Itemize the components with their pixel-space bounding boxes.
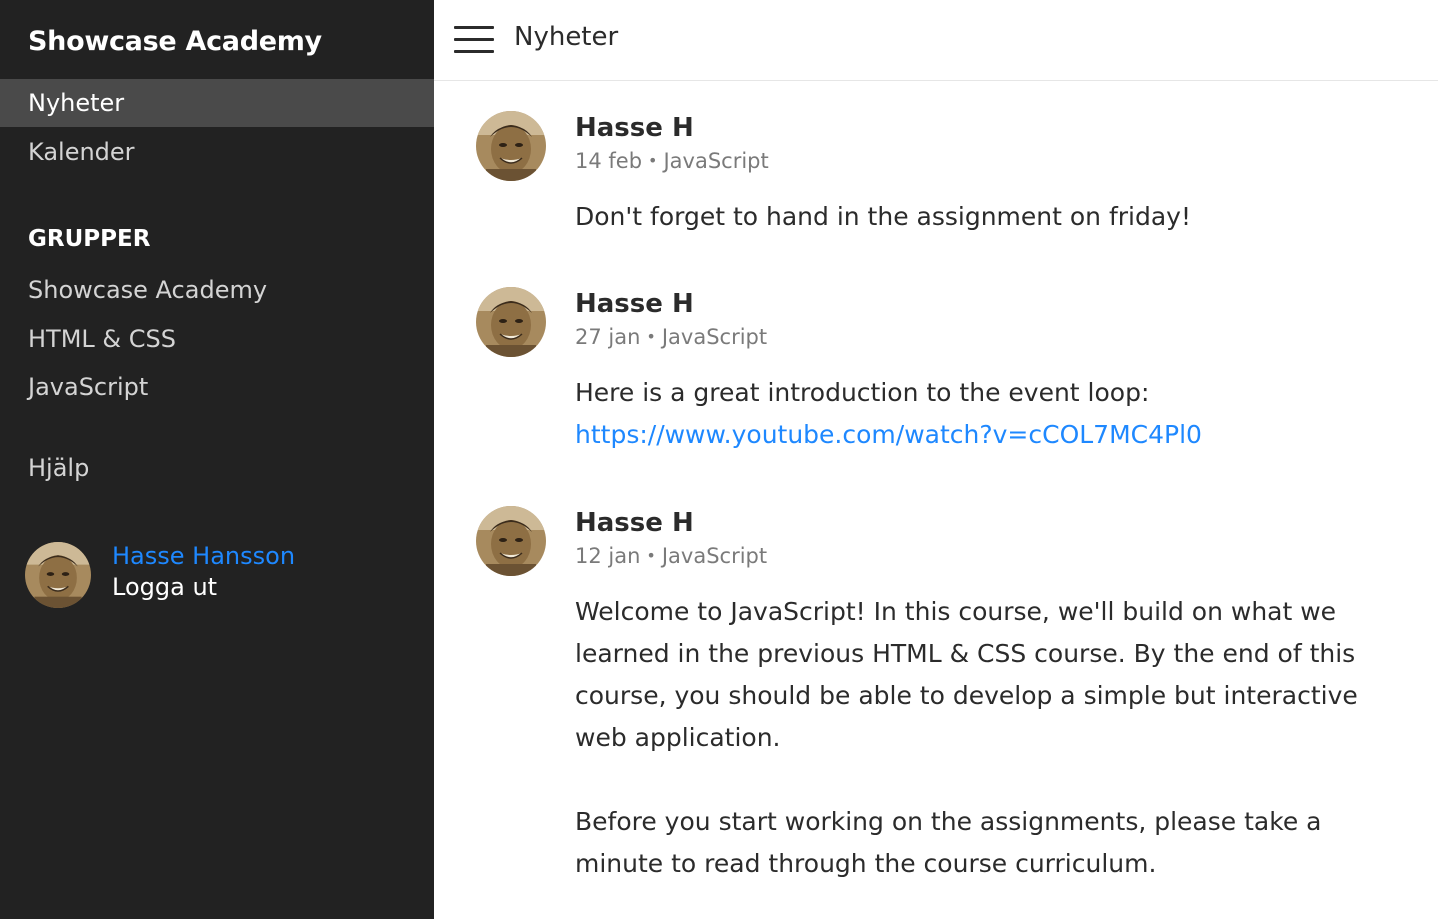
post-meta: 14 feb • JavaScript [575, 149, 769, 173]
page-title: Nyheter [514, 22, 619, 52]
post-text: Here is a great introduction to the even… [575, 378, 1150, 407]
post-link[interactable]: https://www.youtube.com/watch?v=cCOL7MC4… [575, 420, 1202, 449]
post-paragraph: Don't forget to hand in the assignment o… [575, 202, 1192, 231]
groups-heading: GRUPPER [28, 226, 151, 252]
sidebar-item-showcase-academy[interactable]: Showcase Academy [0, 266, 434, 314]
user-name-link[interactable]: Hasse Hansson [112, 542, 295, 570]
author-avatar[interactable] [476, 287, 546, 357]
sidebar-item-nyheter[interactable]: Nyheter [0, 79, 434, 127]
post-author[interactable]: Hasse H [575, 113, 694, 143]
separator-dot: • [646, 546, 656, 565]
post-date: 27 jan [575, 325, 641, 349]
post-author[interactable]: Hasse H [575, 508, 694, 538]
brand-title[interactable]: Showcase Academy [28, 26, 322, 57]
post-paragraph: Welcome to JavaScript! In this course, w… [575, 597, 1358, 752]
author-avatar[interactable] [476, 506, 546, 576]
sidebar: Showcase Academy Nyheter Kalender GRUPPE… [0, 0, 434, 919]
post-content: Here is a great introduction to the even… [575, 372, 1365, 456]
post-date: 12 jan [575, 544, 641, 568]
post-paragraph: Before you start working on the assignme… [575, 807, 1322, 878]
sidebar-item-help[interactable]: Hjälp [0, 444, 434, 492]
sidebar-item-javascript[interactable]: JavaScript [0, 363, 434, 411]
separator-dot: • [646, 327, 656, 346]
sidebar-item-html-css[interactable]: HTML & CSS [0, 315, 434, 363]
logout-link[interactable]: Logga ut [112, 573, 217, 601]
post-content: Don't forget to hand in the assignment o… [575, 196, 1365, 238]
post-group[interactable]: JavaScript [663, 149, 768, 173]
post-group[interactable]: JavaScript [662, 544, 767, 568]
post-content: Welcome to JavaScript! In this course, w… [575, 591, 1365, 885]
post-meta: 27 jan • JavaScript [575, 325, 767, 349]
post-meta: 12 jan • JavaScript [575, 544, 767, 568]
hamburger-menu-icon[interactable] [454, 26, 494, 54]
separator-dot: • [648, 151, 658, 170]
post-group[interactable]: JavaScript [662, 325, 767, 349]
user-avatar[interactable] [25, 542, 91, 608]
sidebar-item-kalender[interactable]: Kalender [0, 128, 434, 176]
author-avatar[interactable] [476, 111, 546, 181]
post-author[interactable]: Hasse H [575, 289, 694, 319]
top-bar: Nyheter [434, 0, 1438, 81]
post-date: 14 feb [575, 149, 643, 173]
